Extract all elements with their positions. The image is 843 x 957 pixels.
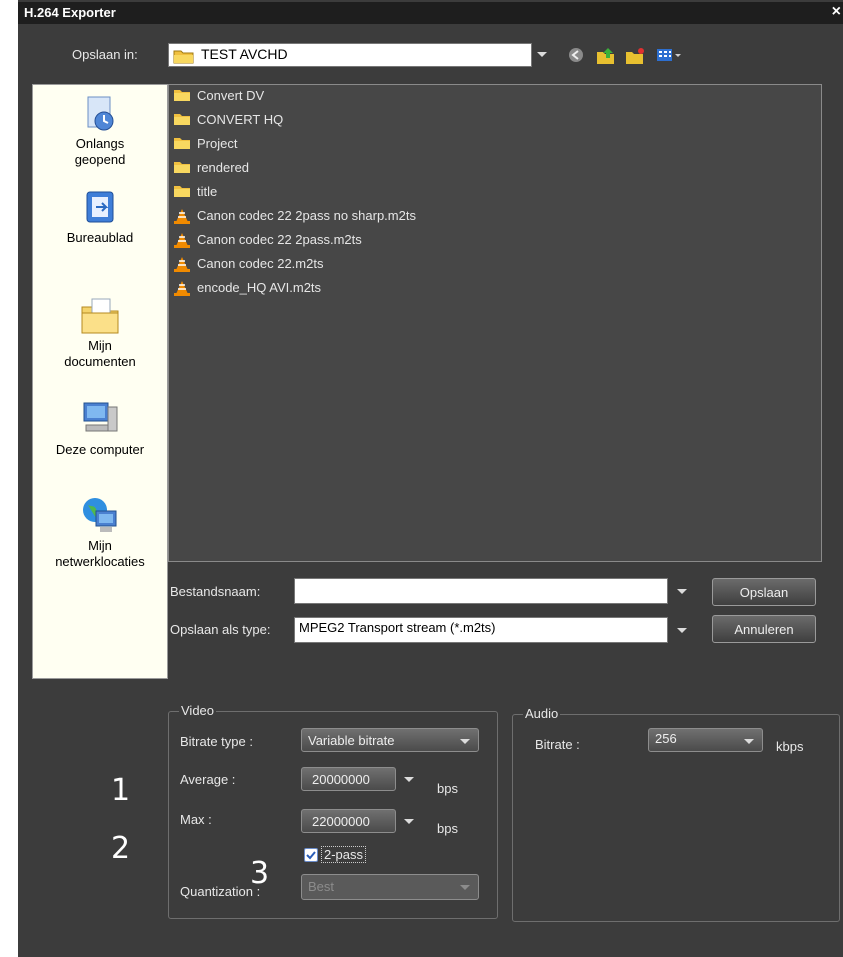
place-label: Mijn	[88, 538, 112, 553]
average-input[interactable]: 20000000	[301, 767, 396, 791]
place-label: Onlangs	[75, 136, 125, 151]
annotation-number: 2	[111, 831, 131, 866]
place-label: documenten	[64, 354, 136, 369]
place-my-documents[interactable]: Mijn documenten	[33, 295, 167, 370]
max-value: 22000000	[312, 814, 370, 829]
lookin-dropdown-arrow-icon[interactable]	[537, 52, 547, 57]
my-documents-icon	[81, 298, 119, 334]
recent-documents-icon	[87, 96, 114, 131]
audio-bitrate-select[interactable]: 256	[648, 728, 763, 752]
place-label: Bureaublad	[66, 230, 134, 245]
lookin-value: TEST AVCHD	[201, 46, 288, 62]
average-value: 20000000	[312, 772, 370, 787]
folder-icon	[174, 90, 190, 101]
video-legend: Video	[179, 703, 217, 718]
audio-bitrate-value: 256	[655, 731, 677, 746]
average-dropdown-arrow-icon[interactable]	[404, 777, 414, 782]
twopass-label[interactable]: 2-pass	[321, 846, 367, 863]
quantization-label: Quantization :	[180, 884, 261, 899]
up-folder-icon[interactable]	[596, 47, 616, 70]
annotation-number: 3	[250, 856, 270, 891]
max-label: Max :	[180, 812, 212, 827]
quantization-value: Best	[308, 879, 335, 894]
folder-icon	[174, 162, 190, 173]
vlc-cone-icon	[174, 257, 190, 272]
cancel-button[interactable]: Annuleren	[712, 615, 816, 643]
lookin-combobox[interactable]: TEST AVCHD	[168, 43, 532, 67]
bitrate-type-select[interactable]: Variable bitrate	[301, 728, 479, 752]
chevron-down-icon	[460, 739, 470, 744]
bitrate-type-label: Bitrate type :	[180, 734, 253, 749]
network-places-icon	[83, 498, 117, 532]
h264-exporter-dialog: H.264 Exporter × Opslaan in: TEST AVCHD …	[18, 0, 843, 957]
chevron-down-icon	[744, 739, 754, 744]
my-computer-icon	[83, 402, 118, 432]
max-unit: bps	[437, 821, 458, 836]
folder-icon	[174, 138, 190, 149]
quantization-select: Best	[301, 874, 479, 900]
file-list[interactable]: Convert DV CONVERT HQ Project rendered t…	[168, 84, 822, 562]
places-bar: Onlangs geopend Bureaublad Mijn document…	[32, 84, 168, 679]
place-my-computer[interactable]: Deze computer	[33, 399, 167, 458]
vlc-cone-icon	[174, 281, 190, 296]
bitrate-type-value: Variable bitrate	[308, 733, 395, 748]
back-icon[interactable]	[568, 47, 584, 68]
vlc-cone-icon	[174, 209, 190, 224]
filetype-select[interactable]: MPEG2 Transport stream (*.m2ts)	[294, 617, 668, 643]
new-folder-icon[interactable]	[625, 47, 645, 70]
filetype-label: Opslaan als type:	[170, 622, 271, 637]
filetype-dropdown-arrow-icon[interactable]	[677, 628, 687, 633]
filename-input[interactable]	[294, 578, 668, 604]
max-dropdown-arrow-icon[interactable]	[404, 819, 414, 824]
lookin-label: Opslaan in:	[72, 47, 138, 62]
place-label: geopend	[74, 152, 126, 167]
chevron-down-icon	[460, 885, 470, 890]
folder-icon	[174, 114, 190, 125]
max-input[interactable]: 22000000	[301, 809, 396, 833]
window-title: H.264 Exporter	[24, 5, 116, 20]
place-recent[interactable]: Onlangs geopend	[33, 95, 167, 168]
folder-icon	[174, 186, 190, 197]
average-label: Average :	[180, 772, 236, 787]
place-desktop[interactable]: Bureaublad	[33, 189, 167, 246]
save-button[interactable]: Opslaan	[712, 578, 816, 606]
place-label: netwerklocaties	[55, 554, 145, 569]
place-label: Deze computer	[55, 442, 145, 457]
annotation-number: 1	[111, 773, 131, 808]
title-bar[interactable]: H.264 Exporter ×	[18, 2, 843, 24]
close-icon[interactable]: ×	[832, 3, 841, 21]
filename-label: Bestandsnaam:	[170, 584, 261, 599]
view-menu-icon[interactable]	[656, 47, 682, 68]
checkmark-icon	[306, 851, 316, 860]
desktop-icon	[86, 191, 114, 223]
audio-bitrate-unit: kbps	[776, 739, 804, 754]
audio-legend: Audio	[523, 706, 561, 721]
twopass-checkbox[interactable]	[304, 848, 318, 862]
average-unit: bps	[437, 781, 458, 796]
place-label: Mijn	[88, 338, 112, 353]
place-network[interactable]: Mijn netwerklocaties	[33, 495, 167, 570]
folder-icon	[173, 48, 195, 69]
audio-bitrate-label: Bitrate :	[535, 737, 580, 752]
filename-dropdown-arrow-icon[interactable]	[677, 589, 687, 594]
vlc-cone-icon	[174, 233, 190, 248]
